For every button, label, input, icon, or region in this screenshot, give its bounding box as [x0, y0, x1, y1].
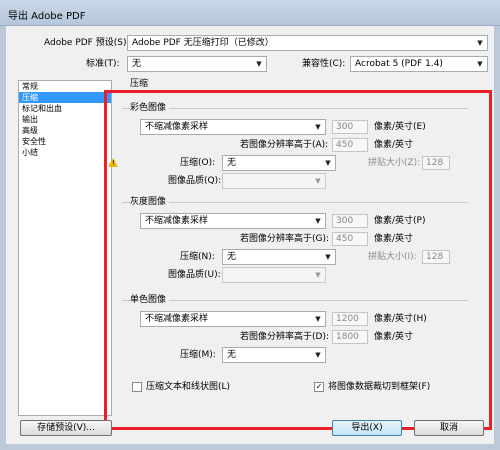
save-preset-button[interactable]: 存储预设(V)...	[20, 420, 112, 436]
title-bar: 导出 Adobe PDF	[0, 0, 500, 26]
sidebar-item-compression[interactable]: 压缩	[19, 92, 111, 103]
standard-value: 无	[132, 59, 142, 69]
cancel-button[interactable]: 取消	[414, 420, 484, 436]
compat-label: 兼容性(C):	[302, 59, 346, 69]
standard-label: 标准(T):	[86, 59, 120, 69]
export-button[interactable]: 导出(X)	[332, 420, 402, 436]
sidebar-item-summary[interactable]: 小结	[19, 147, 111, 158]
chevron-down-icon: ▼	[477, 39, 483, 47]
chevron-down-icon: ▼	[477, 60, 483, 68]
compat-value: Acrobat 5 (PDF 1.4)	[355, 59, 443, 69]
preset-label: Adobe PDF 预设(S):	[44, 38, 130, 48]
dialog-body: Adobe PDF 预设(S): Adobe PDF 无压缩打印（已修改） ▼ …	[6, 26, 494, 444]
preset-select[interactable]: Adobe PDF 无压缩打印（已修改） ▼	[127, 35, 488, 51]
window-title: 导出 Adobe PDF	[8, 11, 86, 22]
chevron-down-icon: ▼	[256, 60, 262, 68]
sidebar-item-general[interactable]: 常规	[19, 81, 111, 92]
sidebar-item-marks-bleeds[interactable]: 标记和出血	[19, 103, 111, 114]
standard-select[interactable]: 无 ▼	[127, 56, 267, 72]
preset-value: Adobe PDF 无压缩打印（已修改）	[132, 38, 274, 48]
sidebar-item-advanced[interactable]: 高级	[19, 125, 111, 136]
sidebar-item-output[interactable]: 输出	[19, 114, 111, 125]
sidebar-item-security[interactable]: 安全性	[19, 136, 111, 147]
sidebar-nav: 常规 压缩 标记和出血 输出 高级 安全性 小结	[18, 80, 112, 416]
highlight-frame	[104, 90, 492, 430]
compat-select[interactable]: Acrobat 5 (PDF 1.4) ▼	[350, 56, 488, 72]
panel-title: 压缩	[130, 79, 149, 89]
